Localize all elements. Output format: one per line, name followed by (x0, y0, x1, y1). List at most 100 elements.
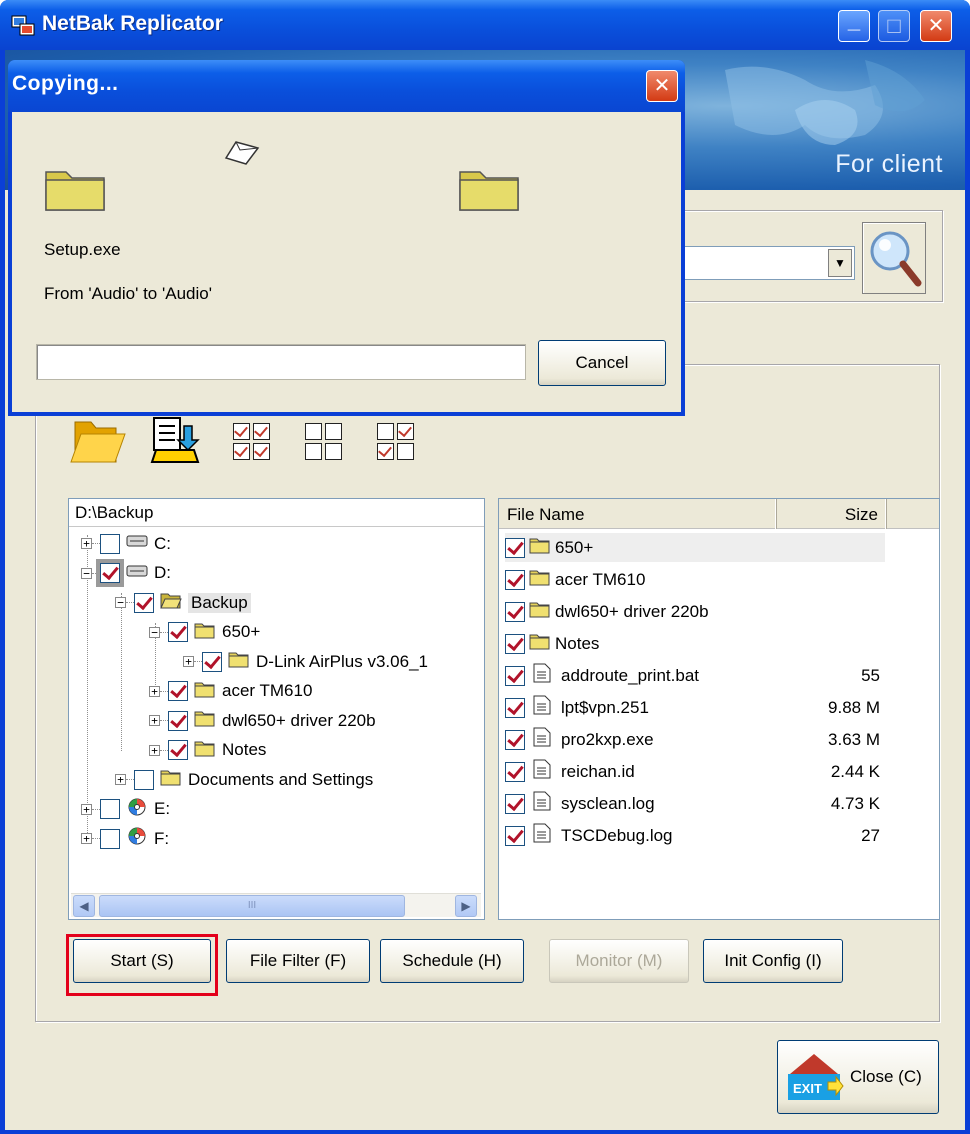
minimize-button[interactable]: _ (838, 10, 870, 42)
file-row-checkbox[interactable] (505, 601, 525, 622)
expander-icon[interactable]: + (183, 656, 194, 667)
file-size: 4.73 K (830, 793, 880, 813)
file-row-checkbox[interactable] (505, 825, 525, 846)
file-row[interactable]: dwl650+ driver 220b (505, 597, 880, 626)
copying-dialog: Copying... ✕ Setup.exe From 'Audio' to '… (8, 60, 685, 416)
main-titlebar[interactable]: NetBak Replicator _ □ ✕ (0, 0, 970, 50)
scroll-thumb[interactable]: III (99, 895, 405, 917)
file-row[interactable]: Notes (505, 629, 880, 658)
file-row[interactable]: lpt$vpn.251 9.88 M (505, 693, 880, 722)
tree-item[interactable]: + D-Link AirPlus v3.06_1 (183, 647, 428, 676)
tree-item[interactable]: − Backup (115, 588, 251, 617)
tree-item-checkbox[interactable] (100, 799, 120, 819)
chevron-right-icon: ▶ (461, 899, 471, 913)
tree-item[interactable]: + Notes (149, 736, 266, 765)
folder-icon (525, 600, 555, 623)
tree-item-checkbox[interactable] (134, 592, 154, 613)
file-row[interactable]: TSCDebug.log 27 (505, 821, 880, 850)
tree-item-checkbox[interactable] (134, 769, 154, 790)
close-button[interactable]: EXIT Close (C) (777, 1040, 939, 1114)
tree-item[interactable]: − 650+ (149, 618, 260, 647)
open-folder-button[interactable] (67, 410, 127, 472)
init-config-button[interactable]: Init Config (I) (703, 939, 843, 983)
folder-icon (525, 536, 555, 559)
file-row-checkbox[interactable] (505, 537, 525, 558)
tree-path-header: D:\Backup (69, 499, 484, 527)
file-name: reichan.id (561, 761, 635, 781)
tree-item-checkbox[interactable] (100, 828, 120, 849)
tree-item-checkbox[interactable] (168, 622, 188, 642)
file-row-checkbox[interactable] (505, 729, 525, 750)
tree-item-checkbox[interactable] (100, 533, 120, 554)
tree-item[interactable]: + Documents and Settings (115, 765, 373, 794)
tree-item-checkbox[interactable] (168, 710, 188, 731)
invert-check-button[interactable] (365, 410, 425, 472)
tree-item-label: Documents and Settings (188, 769, 374, 789)
column-size[interactable]: Size (777, 499, 887, 529)
expander-icon[interactable]: − (81, 567, 92, 579)
cancel-button[interactable]: Cancel (538, 340, 666, 386)
file-row[interactable]: pro2kxp.exe 3.63 M (505, 725, 880, 754)
close-window-button[interactable]: ✕ (920, 10, 952, 42)
file-row[interactable]: reichan.id 2.44 K (505, 757, 880, 786)
chevron-down-icon[interactable]: ▼ (828, 249, 852, 277)
copying-close-button[interactable]: ✕ (646, 70, 678, 102)
check-all-button[interactable] (221, 410, 281, 472)
tree-item[interactable]: + acer TM610 (149, 677, 312, 706)
horizontal-scrollbar[interactable]: ◀ III ▶ (71, 893, 481, 917)
file-row-checkbox[interactable] (505, 569, 525, 590)
check-all-icon (232, 422, 270, 460)
file-row[interactable]: addroute_print.bat 55 (505, 661, 880, 690)
tree-item[interactable]: + F: (81, 824, 169, 853)
expander-icon[interactable]: + (81, 803, 92, 815)
tree-item-label: F: (154, 828, 170, 848)
tree-item-checkbox[interactable] (168, 740, 188, 760)
drive-icon (120, 562, 154, 585)
expander-icon[interactable]: + (115, 774, 126, 785)
expander-icon[interactable]: + (149, 715, 160, 726)
tree-item[interactable]: + C: (81, 529, 171, 558)
tree-item[interactable]: + E: (81, 795, 170, 824)
expander-icon[interactable]: + (149, 685, 160, 697)
column-file-name[interactable]: File Name (499, 499, 777, 529)
tree-item[interactable]: − D: (81, 559, 171, 588)
file-size: 2.44 K (830, 761, 880, 781)
tree-item-label: E: (154, 799, 171, 818)
file-row-checkbox[interactable] (505, 665, 525, 686)
file-row[interactable]: 650+ (505, 533, 885, 562)
expander-icon[interactable]: + (81, 538, 92, 549)
expander-icon[interactable]: + (81, 833, 92, 844)
file-icon (525, 663, 561, 688)
tree-item[interactable]: + dwl650+ driver 220b (149, 706, 376, 735)
search-button[interactable] (862, 222, 926, 294)
scroll-left-button[interactable]: ◀ (73, 895, 95, 917)
file-row-checkbox[interactable] (505, 793, 525, 814)
scroll-right-button[interactable]: ▶ (455, 895, 477, 917)
file-row-checkbox[interactable] (505, 761, 525, 782)
file-filter-button[interactable]: File Filter (F) (226, 939, 370, 983)
tree-item-label: acer TM610 (222, 681, 313, 700)
expander-icon[interactable]: + (149, 744, 160, 756)
file-row[interactable]: acer TM610 (505, 565, 880, 594)
start-button[interactable]: Start (S) (73, 939, 211, 983)
file-name: 650+ (555, 537, 594, 557)
import-button[interactable] (145, 410, 205, 472)
tree-item-checkbox[interactable] (96, 559, 124, 587)
file-row-checkbox[interactable] (505, 697, 525, 718)
file-row[interactable]: sysclean.log 4.73 K (505, 789, 880, 818)
tree-item-checkbox[interactable] (168, 681, 188, 701)
file-name: dwl650+ driver 220b (555, 601, 709, 621)
tree-item-checkbox[interactable] (202, 651, 222, 672)
file-row-checkbox[interactable] (505, 633, 525, 654)
expander-icon[interactable]: − (115, 597, 126, 608)
chevron-left-icon: ◀ (79, 899, 89, 913)
copying-titlebar[interactable]: Copying... ✕ (8, 60, 685, 112)
job-select[interactable]: ▼ (677, 246, 855, 280)
monitor-button[interactable]: Monitor (M) (549, 939, 689, 983)
maximize-button[interactable]: □ (878, 10, 910, 42)
uncheck-all-button[interactable] (293, 410, 353, 472)
expander-icon[interactable]: − (149, 626, 160, 638)
schedule-button[interactable]: Schedule (H) (380, 939, 524, 983)
folder-tree[interactable]: D:\Backup + C: − D: − Backup − 650+ + D-Link AirP… (68, 498, 485, 920)
file-list[interactable]: File Name Size 650+ acer TM610 dwl650+ dri… (498, 498, 940, 920)
